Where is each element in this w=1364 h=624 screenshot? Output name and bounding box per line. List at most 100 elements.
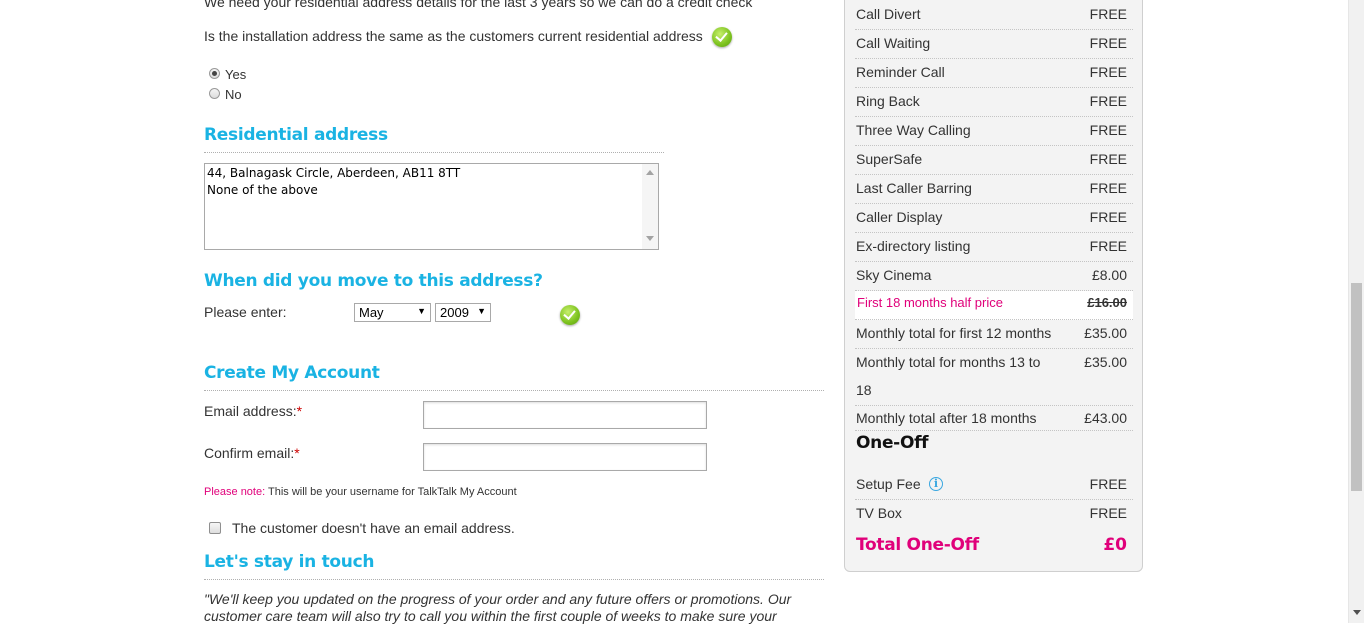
stay-in-touch-text-line-2: customer care team will also try to call… [204,608,777,624]
summary-row-label: Last Caller Barring [856,180,972,196]
credit-check-intro: We need your residential address details… [204,0,753,10]
scroll-up-icon[interactable] [646,170,654,175]
monthly-13-18-label-line-1: Monthly total for months 13 to [856,354,1041,370]
summary-row: Caller Display FREE [855,204,1133,233]
radio-yes-label: Yes [225,67,247,82]
summary-row: Call Waiting FREE [855,30,1133,59]
email-label: Email address:* [204,403,302,419]
required-mark: * [296,403,303,419]
summary-row-value: FREE [1089,6,1127,22]
monthly-after-18-value: £43.00 [1084,410,1127,426]
address-option[interactable]: 44, Balnagask Circle, Aberdeen, AB11 8TT [207,165,656,182]
summary-row-label: Reminder Call [856,64,945,80]
move-month-select[interactable]: May ▼ [354,303,431,322]
summary-row-value: FREE [1089,180,1127,196]
monthly-13-18-label-line-2: 18 [856,382,872,398]
setup-fee-row: Setup Fee i FREE [855,471,1133,500]
summary-row-value: FREE [1089,64,1127,80]
address-list-scrollbar[interactable] [642,164,658,249]
summary-row-value: FREE [1089,35,1127,51]
residential-address-heading: Residential address [204,125,388,145]
required-mark: * [294,445,300,461]
radio-yes[interactable] [209,68,220,79]
monthly-13-18-row: Monthly total for months 13 to 18 £35.00 [855,349,1133,406]
summary-row: Three Way Calling FREE [855,117,1133,146]
radio-no[interactable] [209,88,220,99]
summary-row-value: FREE [1089,209,1127,225]
radio-no-label: No [225,87,242,102]
stay-in-touch-text-line-1: "We'll keep you updated on the progress … [204,591,792,607]
note-text: This will be your username for TalkTalk … [268,486,517,498]
monthly-13-18-value: £35.00 [1084,354,1127,370]
note-label: Please note: [204,486,266,498]
stay-in-touch-heading: Let's stay in touch [204,552,375,572]
check-icon [560,305,580,325]
no-email-checkbox[interactable] [209,522,221,534]
monthly-after-18-label: Monthly total after 18 months [856,410,1037,426]
scroll-down-icon[interactable] [1353,610,1361,615]
summary-row: SuperSafe FREE [855,146,1133,175]
summary-row-value: FREE [1089,151,1127,167]
address-option[interactable]: None of the above [207,182,656,199]
promo-label: First 18 months half price [857,295,1003,310]
confirm-email-label-text: Confirm email: [204,445,295,461]
move-year-select[interactable]: 2009 ▼ [435,303,491,322]
summary-row-value: £8.00 [1091,267,1127,283]
summary-row-label: Sky Cinema [856,267,932,283]
divider [204,579,824,580]
divider [204,152,664,153]
address-select-list[interactable]: 44, Balnagask Circle, Aberdeen, AB11 8TT… [204,163,659,250]
setup-fee-label: Setup Fee [856,476,921,492]
summary-row-label: Ring Back [856,93,920,109]
same-address-question: Is the installation address the same as … [204,28,703,44]
summary-row-label: Call Divert [856,6,921,22]
summary-row-value: FREE [1089,238,1127,254]
summary-row: Sky Cinema £8.00 [855,262,1133,291]
please-enter-label: Please enter: [204,304,287,320]
summary-row-label: Three Way Calling [856,122,971,138]
monthly-after-18-row: Monthly total after 18 months £43.00 [855,406,1133,431]
check-icon [712,27,732,47]
summary-row: Reminder Call FREE [855,59,1133,88]
move-month-value: May [359,305,384,320]
summary-row: Ex-directory listing FREE [855,233,1133,262]
tv-box-label: TV Box [856,505,902,521]
dropdown-arrow-icon: ▼ [417,306,426,316]
dropdown-arrow-icon: ▼ [477,306,486,316]
one-off-heading: One-Off [856,433,929,453]
username-note: Please note: This will be your username … [204,486,517,498]
move-year-value: 2009 [440,305,469,320]
confirm-email-label: Confirm email:* [204,445,300,461]
summary-row: Call Divert FREE [855,1,1133,30]
monthly-first-12-value: £35.00 [1084,325,1127,341]
info-icon[interactable]: i [929,477,943,491]
confirm-email-field[interactable] [423,443,707,471]
total-one-off-label: Total One-Off [856,535,979,555]
promo-row: First 18 months half price £16.00 [855,291,1133,320]
create-account-heading: Create My Account [204,363,380,383]
scroll-down-icon[interactable] [646,236,654,241]
total-one-off-value: £0 [1103,535,1127,555]
summary-row: Ring Back FREE [855,88,1133,117]
divider [204,390,824,391]
monthly-first-12-row: Monthly total for first 12 months £35.00 [855,320,1133,349]
setup-fee-value: FREE [1089,476,1127,492]
summary-row-value: FREE [1089,122,1127,138]
tv-box-row: TV Box FREE [855,500,1133,528]
summary-row-label: Call Waiting [856,35,931,51]
promo-value: £16.00 [1087,295,1127,310]
move-date-heading: When did you move to this address? [204,271,543,291]
summary-row: Last Caller Barring FREE [855,175,1133,204]
page-scrollbar[interactable] [1348,0,1364,623]
email-field[interactable] [423,401,707,429]
order-summary-panel: Call Divert FREE Call Waiting FREE Remin… [844,0,1143,572]
email-label-text: Email address: [204,403,297,419]
summary-row-label: Caller Display [856,209,943,225]
summary-row-value: FREE [1089,93,1127,109]
scrollbar-thumb[interactable] [1351,283,1362,491]
summary-row-label: Ex-directory listing [856,238,971,254]
monthly-first-12-label: Monthly total for first 12 months [856,325,1052,341]
tv-box-value: FREE [1089,505,1127,521]
no-email-label: The customer doesn't have an email addre… [232,520,515,536]
summary-row-label: SuperSafe [856,151,923,167]
